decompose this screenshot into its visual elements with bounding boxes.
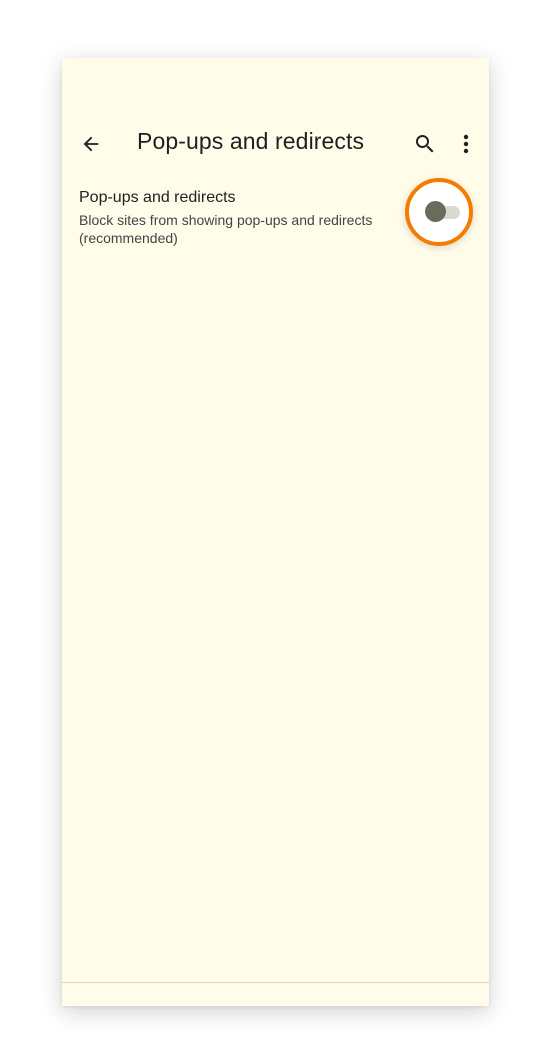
- more-vert-icon: [463, 134, 469, 154]
- search-button[interactable]: [408, 122, 442, 166]
- toolbar: Pop-ups and redirects: [62, 116, 489, 172]
- popups-toggle-switch[interactable]: [425, 201, 461, 222]
- popups-setting-row[interactable]: Pop-ups and redirects Block sites from s…: [62, 178, 489, 254]
- phone-screen: Pop-ups and redirects Pop-ups and redire…: [62, 58, 489, 1006]
- setting-title: Pop-ups and redirects: [79, 189, 236, 206]
- search-icon: [416, 135, 434, 153]
- back-button[interactable]: [74, 122, 108, 166]
- bottom-divider: [62, 982, 489, 983]
- page-title: Pop-ups and redirects: [137, 128, 365, 154]
- page: Pop-ups and redirects Pop-ups and redire…: [0, 0, 550, 1063]
- toggle-thumb: [425, 201, 446, 222]
- setting-summary: Block sites from showing pop-ups and red…: [79, 212, 373, 246]
- arrow-back-icon: [83, 136, 99, 152]
- more-options-button[interactable]: [452, 122, 480, 166]
